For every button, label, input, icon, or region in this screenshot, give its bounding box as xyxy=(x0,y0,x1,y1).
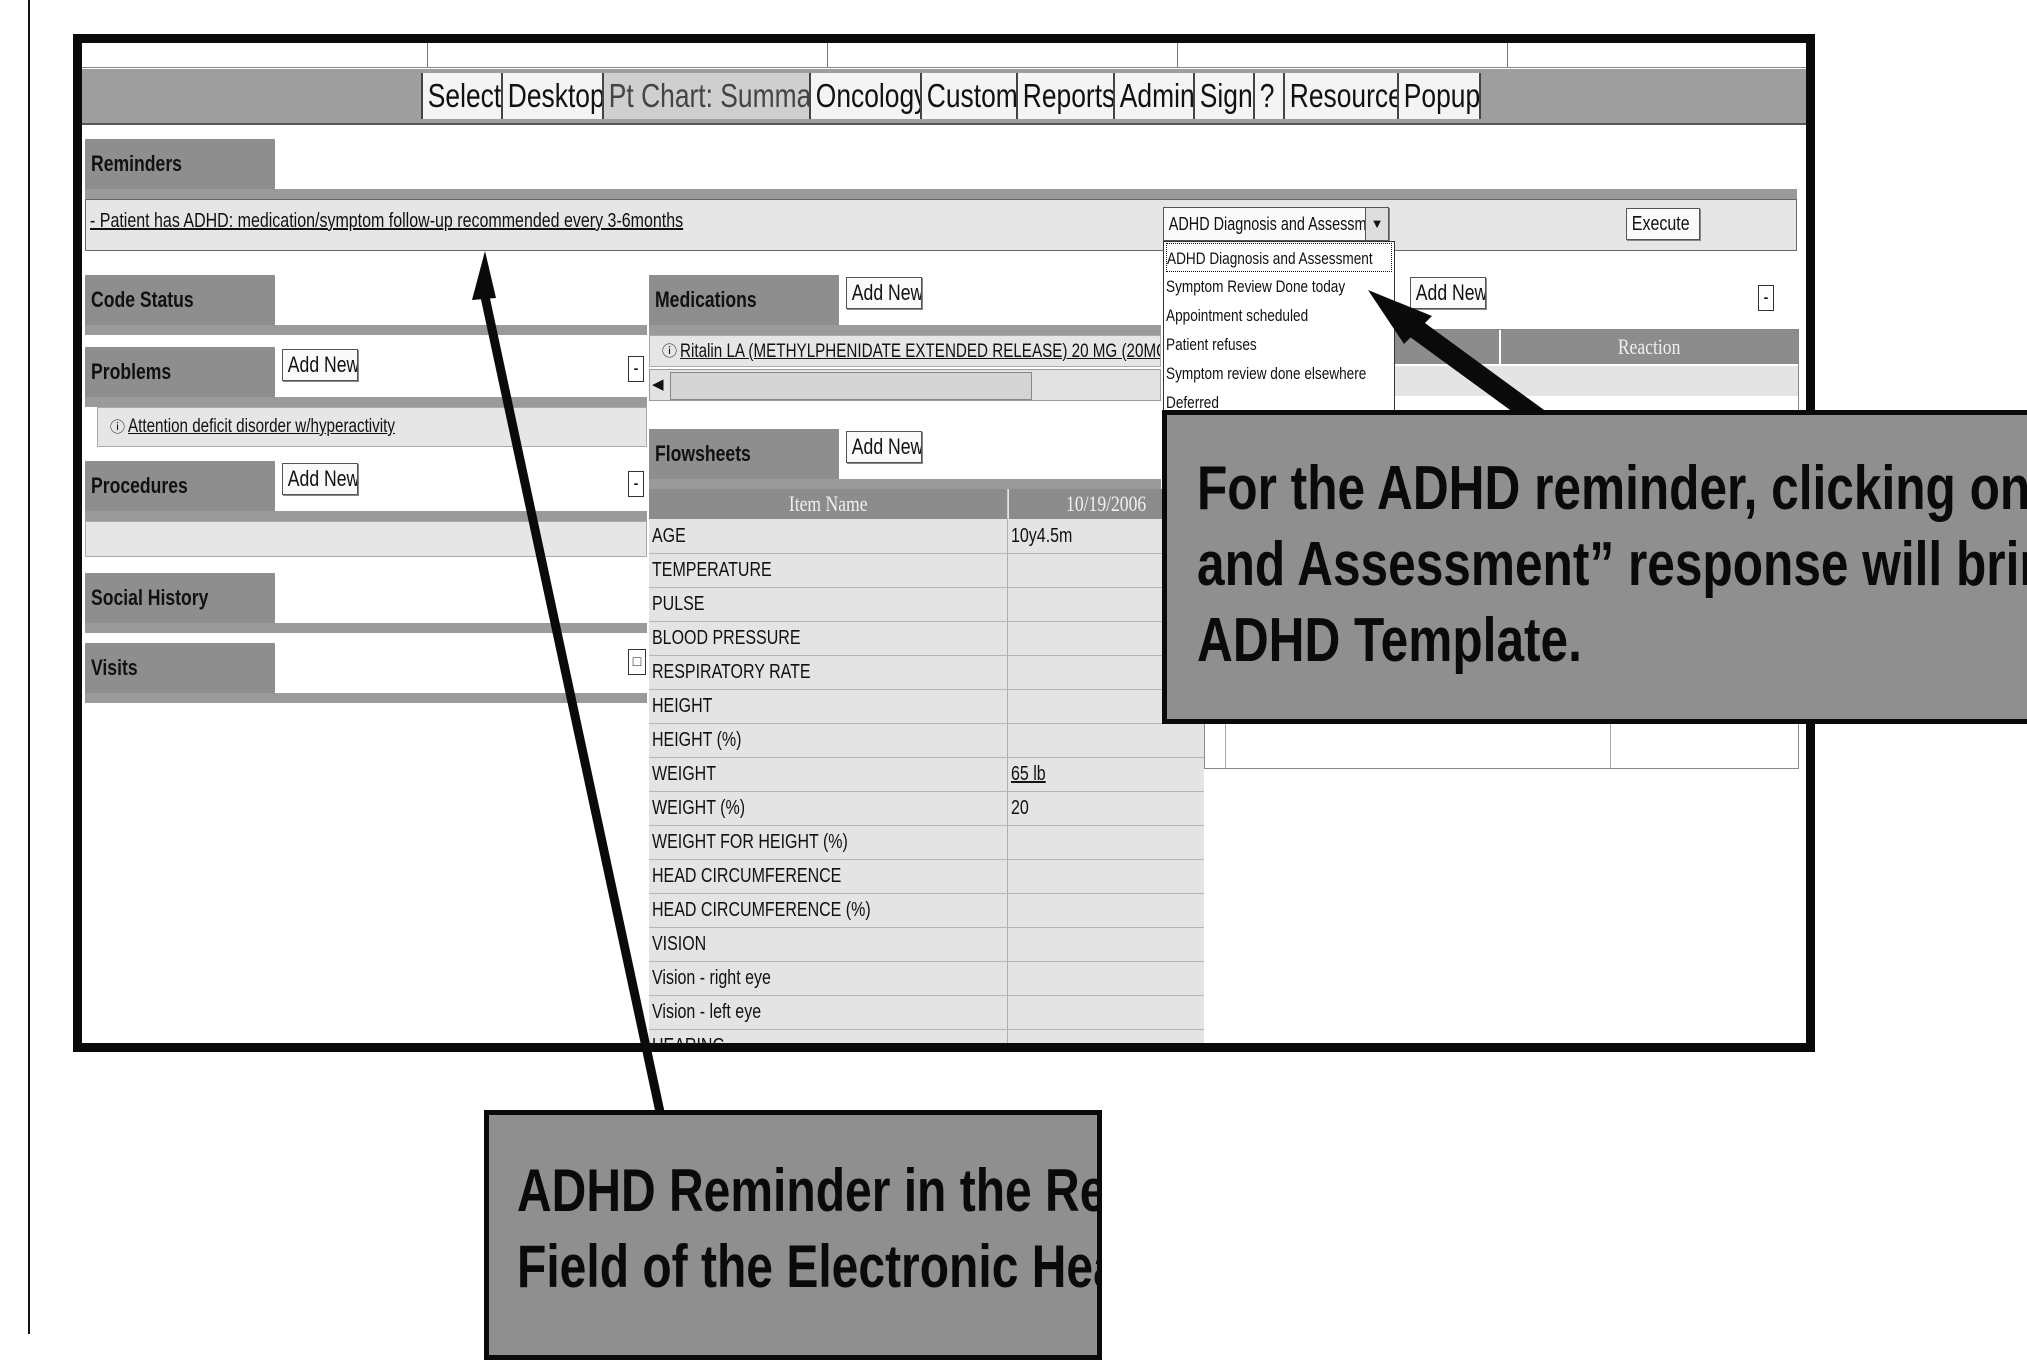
callout-reminder-line-2: Field of the Electronic Health Record xyxy=(517,1233,1097,1300)
callout-template-line-1: For the ADHD reminder, clicking on the “… xyxy=(1197,454,2027,523)
callout-reminder-line-1: ADHD Reminder in the Reminder xyxy=(517,1157,1102,1224)
arrow-line-reminder xyxy=(479,291,665,1113)
arrow-line-dropdown xyxy=(1406,317,1544,427)
callout-template-line-2: and Assessment” response will bring you … xyxy=(1197,530,2027,599)
callout-template-line-3: ADHD Template. xyxy=(1197,606,1582,675)
callout-adhd-template: For the ADHD reminder, clicking on the “… xyxy=(1162,410,2027,724)
callout-adhd-reminder: ADHD Reminder in the Reminder Field of t… xyxy=(484,1110,1102,1360)
